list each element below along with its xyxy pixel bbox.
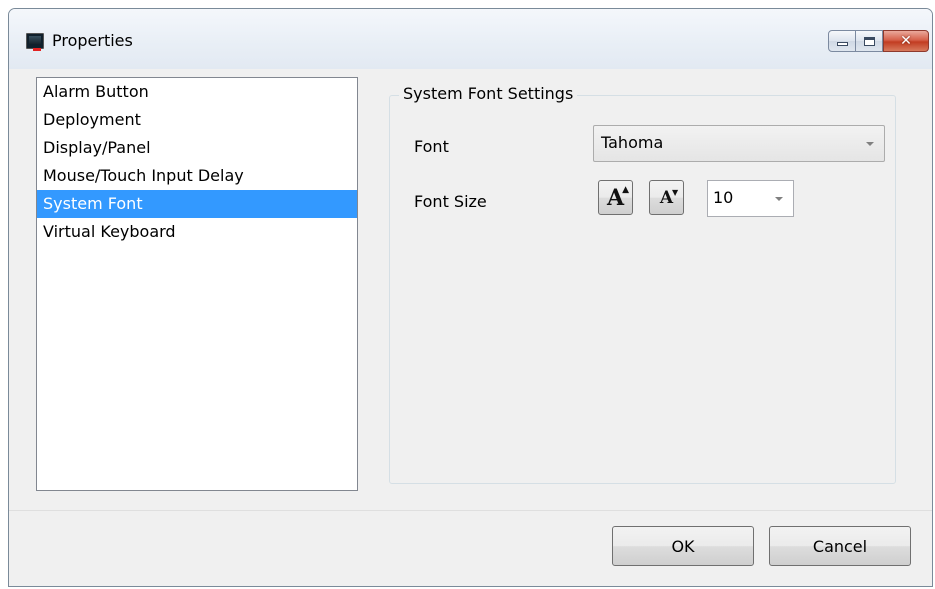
- list-item-display-panel[interactable]: Display/Panel: [37, 134, 357, 162]
- increase-font-size-icon: A ▲: [606, 184, 630, 211]
- decrease-font-size-icon: A ▼: [659, 186, 679, 208]
- chevron-down-icon: [775, 197, 783, 201]
- list-item-virtual-keyboard[interactable]: Virtual Keyboard: [37, 218, 357, 246]
- decrease-font-size-button[interactable]: A ▼: [649, 180, 684, 215]
- close-button[interactable]: ✕: [883, 30, 929, 52]
- list-item-deployment[interactable]: Deployment: [37, 106, 357, 134]
- font-size-value: 10: [713, 188, 734, 207]
- properties-window: Properties ✕ Alarm Button Deployment Dis…: [8, 8, 933, 587]
- close-icon: ✕: [900, 33, 912, 49]
- cancel-button[interactable]: Cancel: [769, 526, 911, 566]
- list-item-system-font[interactable]: System Font: [37, 190, 357, 218]
- minimize-icon: [836, 42, 848, 46]
- list-item-mouse-touch-input-delay[interactable]: Mouse/Touch Input Delay: [37, 162, 357, 190]
- minimize-button[interactable]: [828, 30, 856, 52]
- font-dropdown[interactable]: Tahoma: [593, 125, 885, 162]
- category-list[interactable]: Alarm Button Deployment Display/Panel Mo…: [36, 77, 358, 491]
- font-dropdown-value: Tahoma: [601, 133, 664, 152]
- app-monitor-icon: [26, 33, 44, 51]
- maximize-icon: [863, 36, 875, 46]
- list-item-alarm-button[interactable]: Alarm Button: [37, 78, 357, 106]
- font-label: Font: [414, 137, 449, 156]
- font-size-dropdown[interactable]: 10: [707, 180, 794, 217]
- font-size-label: Font Size: [414, 192, 487, 211]
- maximize-button[interactable]: [856, 30, 883, 52]
- chevron-down-icon: [866, 142, 874, 146]
- group-title: System Font Settings: [399, 84, 578, 103]
- dialog-body: Alarm Button Deployment Display/Panel Mo…: [9, 69, 932, 586]
- increase-font-size-button[interactable]: A ▲: [598, 180, 633, 215]
- caption-buttons: ✕: [828, 30, 929, 52]
- title-bar[interactable]: Properties ✕: [9, 9, 932, 69]
- window-title: Properties: [52, 31, 133, 50]
- dialog-footer: OK Cancel: [9, 511, 932, 586]
- ok-button[interactable]: OK: [612, 526, 754, 566]
